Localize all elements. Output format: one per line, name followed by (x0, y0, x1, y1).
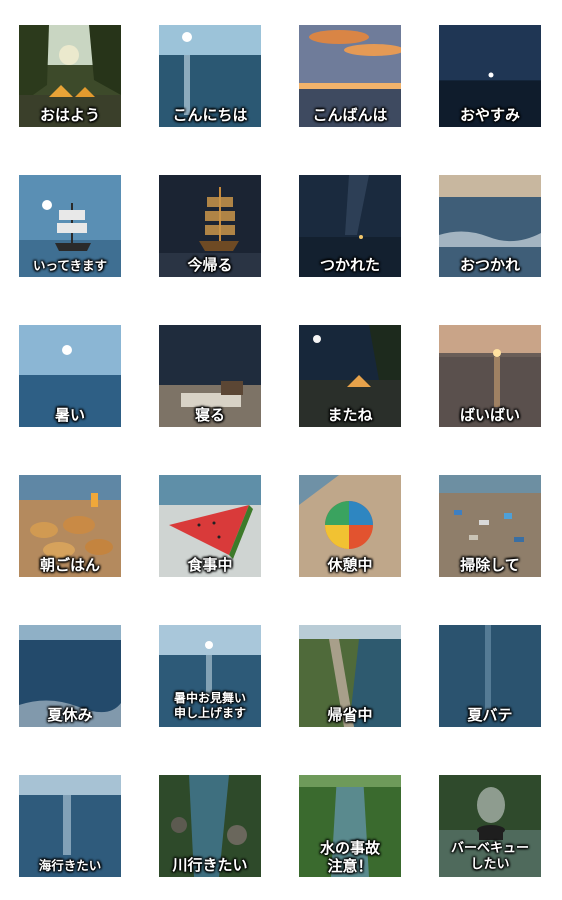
sticker-umi-ikitai[interactable]: 海行きたい (19, 775, 121, 877)
sticker-baibai[interactable]: ばいばい (439, 325, 541, 427)
sticker-natsuyasumi[interactable]: 夏休み (19, 625, 121, 727)
sticker-label: 暑い (54, 406, 85, 424)
sticker-label: 帰省中 (327, 706, 373, 724)
sticker-shokujichuu[interactable]: 食事中 (159, 475, 261, 577)
sticker-label: おつかれ (459, 256, 520, 274)
sticker-label: 今帰る (187, 256, 233, 274)
label-line: 申し上げます (173, 706, 246, 720)
sticker-label: バーベキュー したい (439, 841, 541, 873)
sticker-matane[interactable]: またね (299, 325, 401, 427)
sticker-konbanwa[interactable]: こんばんは (299, 25, 401, 127)
sticker-label: 暑中お見舞い 申し上げます (159, 691, 261, 721)
sticker-label: 川行きたい (172, 856, 248, 874)
sticker-konnichiwa[interactable]: こんにちは (159, 25, 261, 127)
label-line: したい (470, 857, 510, 872)
sticker-kyuukeichuu[interactable]: 休憩中 (299, 475, 401, 577)
sticker-mizu-no-jiko[interactable]: 水の事故 注意！ (299, 775, 401, 877)
sticker-label: 海行きたい (38, 858, 102, 873)
label-line: バーベキュー (450, 841, 529, 856)
sticker-neru[interactable]: 寝る (159, 325, 261, 427)
sticker-label: 夏休み (47, 706, 93, 724)
sticker-label: いってきます (32, 258, 107, 273)
sticker-label: こんばんは (312, 106, 388, 124)
sticker-label: またね (327, 406, 373, 424)
sticker-label: ばいばい (459, 406, 520, 424)
sticker-label: 水の事故 注意！ (299, 839, 401, 875)
sticker-label: こんにちは (172, 106, 248, 124)
sticker-soujishite[interactable]: 掃除して (439, 475, 541, 577)
sticker-kiseichuu[interactable]: 帰省中 (299, 625, 401, 727)
sticker-natsubate[interactable]: 夏バテ (439, 625, 541, 727)
sticker-label: 食事中 (187, 556, 233, 574)
label-line: 水の事故 (319, 839, 380, 857)
sticker-grid: おはよう こんにちは こんばんは おやすみ いってきます 今帰る つかれた おつ… (0, 0, 562, 900)
sticker-shochuu-omimai[interactable]: 暑中お見舞い 申し上げます (159, 625, 261, 727)
sticker-label: 夏バテ (467, 706, 513, 724)
sticker-label: 休憩中 (327, 556, 373, 574)
sticker-label: 朝ごはん (39, 556, 100, 574)
sticker-asagohan[interactable]: 朝ごはん (19, 475, 121, 577)
label-line: 注意！ (327, 857, 373, 875)
sticker-bbq-shitai[interactable]: バーベキュー したい (439, 775, 541, 877)
sticker-label: つかれた (319, 256, 380, 274)
sticker-label: 寝る (194, 406, 225, 424)
sticker-label: 掃除して (460, 556, 520, 574)
sticker-ittekimasu[interactable]: いってきます (19, 175, 121, 277)
sticker-kawa-ikitai[interactable]: 川行きたい (159, 775, 261, 877)
sticker-otsukare[interactable]: おつかれ (439, 175, 541, 277)
sticker-tsukareta[interactable]: つかれた (299, 175, 401, 277)
sticker-imakaeru[interactable]: 今帰る (159, 175, 261, 277)
sticker-label: おはよう (39, 106, 100, 124)
sticker-ohayou[interactable]: おはよう (19, 25, 121, 127)
sticker-label: おやすみ (459, 106, 520, 124)
label-line: 暑中お見舞い (173, 691, 246, 705)
sticker-oyasumi[interactable]: おやすみ (439, 25, 541, 127)
sticker-atsui[interactable]: 暑い (19, 325, 121, 427)
